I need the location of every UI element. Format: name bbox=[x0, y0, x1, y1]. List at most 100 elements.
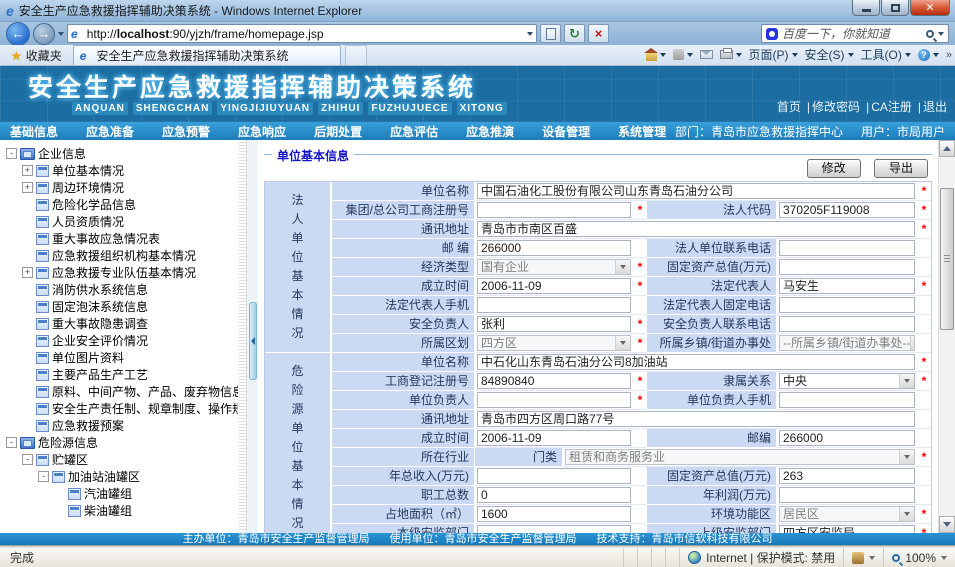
close-button[interactable]: ✕ bbox=[910, 0, 950, 16]
home-button[interactable] bbox=[646, 49, 666, 61]
nav-item-2[interactable]: 应急预警 bbox=[162, 123, 210, 140]
stop-button[interactable]: × bbox=[588, 24, 609, 43]
recent-pages-dropdown-icon[interactable] bbox=[58, 32, 64, 36]
tree-item[interactable]: -危险源信息 bbox=[4, 434, 238, 451]
tree-item[interactable]: +周边环境情况 bbox=[4, 179, 238, 196]
collapse-icon[interactable]: - bbox=[6, 437, 17, 448]
field-select[interactable]: 居民区 bbox=[779, 506, 915, 522]
tree-item[interactable]: 主要产品生产工艺 bbox=[4, 366, 238, 383]
field-input[interactable] bbox=[477, 525, 631, 533]
nav-item-6[interactable]: 应急推演 bbox=[466, 123, 514, 140]
field-input[interactable] bbox=[779, 316, 915, 332]
field-input[interactable]: 1600 bbox=[477, 506, 631, 522]
address-dropdown-icon[interactable] bbox=[527, 32, 533, 36]
minimize-button[interactable] bbox=[852, 0, 880, 16]
field-input[interactable]: 2006-11-09 bbox=[477, 278, 631, 294]
page-menu[interactable]: 页面(P) bbox=[749, 46, 798, 63]
field-input[interactable] bbox=[477, 468, 631, 484]
field-input[interactable] bbox=[477, 392, 631, 408]
search-input[interactable]: 百度一下，你就知道 bbox=[782, 25, 922, 42]
help-menu[interactable]: ? bbox=[918, 49, 939, 61]
collapse-icon[interactable]: - bbox=[6, 148, 17, 159]
print-button[interactable] bbox=[720, 50, 742, 59]
zoom-control[interactable]: 100% bbox=[883, 548, 955, 567]
collapse-icon[interactable]: - bbox=[22, 454, 33, 465]
field-input[interactable] bbox=[779, 487, 915, 503]
browser-tab[interactable]: e 安全生产应急救援指挥辅助决策系统 bbox=[73, 45, 341, 65]
tree-item[interactable]: 消防供水系统信息 bbox=[4, 281, 238, 298]
field-input[interactable] bbox=[477, 297, 631, 313]
extension-button[interactable] bbox=[843, 548, 883, 567]
nav-item-0[interactable]: 基础信息 bbox=[10, 123, 58, 140]
new-tab-button[interactable] bbox=[345, 45, 367, 65]
field-input[interactable]: 263 bbox=[779, 468, 915, 484]
tree-item[interactable]: 重大事故应急情况表 bbox=[4, 230, 238, 247]
search-icon[interactable] bbox=[926, 30, 934, 38]
forward-button[interactable]: → bbox=[33, 23, 55, 45]
nav-item-8[interactable]: 系统管理 bbox=[618, 123, 666, 140]
field-input[interactable]: 370205F119008 bbox=[779, 202, 915, 218]
tree-item[interactable]: +应急救援专业队伍基本情况 bbox=[4, 264, 238, 281]
field-input[interactable]: 中石化山东青岛石油分公司8加油站 bbox=[477, 354, 915, 370]
tree-item[interactable]: 企业安全评价情况 bbox=[4, 332, 238, 349]
tree-item[interactable]: 柴油罐组 bbox=[4, 502, 238, 519]
tree-item[interactable]: 应急救援组织机构基本情况 bbox=[4, 247, 238, 264]
field-input[interactable]: 张利 bbox=[477, 316, 631, 332]
expand-icon[interactable]: + bbox=[22, 165, 33, 176]
tree-item[interactable]: 人员资质情况 bbox=[4, 213, 238, 230]
panel-splitter[interactable] bbox=[246, 140, 258, 533]
nav-item-5[interactable]: 应急评估 bbox=[390, 123, 438, 140]
nav-item-7[interactable]: 设备管理 bbox=[542, 123, 590, 140]
tools-menu[interactable]: 工具(O) bbox=[861, 46, 911, 63]
field-input[interactable]: 84890840 bbox=[477, 373, 631, 389]
nav-item-3[interactable]: 应急响应 bbox=[238, 123, 286, 140]
field-input[interactable]: 0 bbox=[477, 487, 631, 503]
maximize-button[interactable] bbox=[881, 0, 909, 16]
tree-item[interactable]: 汽油罐组 bbox=[4, 485, 238, 502]
safety-menu[interactable]: 安全(S) bbox=[805, 46, 854, 63]
field-input[interactable]: 马安生 bbox=[779, 278, 915, 294]
tree-item[interactable]: -加油站油罐区 bbox=[4, 468, 238, 485]
feeds-button[interactable] bbox=[673, 49, 693, 60]
address-bar[interactable]: e http://localhost:90/yjzh/frame/homepag… bbox=[67, 24, 537, 43]
tree-item[interactable]: -企业信息 bbox=[4, 145, 238, 162]
field-select[interactable]: 四方区 bbox=[477, 335, 631, 351]
tree-item[interactable]: 单位图片资料 bbox=[4, 349, 238, 366]
field-input[interactable] bbox=[779, 297, 915, 313]
tree-item[interactable]: 重大事故隐患调查 bbox=[4, 315, 238, 332]
scroll-up-button[interactable] bbox=[939, 140, 955, 157]
scroll-down-button[interactable] bbox=[939, 516, 955, 533]
field-input[interactable] bbox=[779, 259, 915, 275]
read-mail-button[interactable] bbox=[700, 50, 713, 59]
tree-item[interactable]: +单位基本情况 bbox=[4, 162, 238, 179]
tree-item[interactable]: -贮罐区 bbox=[4, 451, 238, 468]
field-input[interactable]: 青岛市市南区百盛 bbox=[477, 221, 915, 237]
expand-icon[interactable]: + bbox=[22, 267, 33, 278]
tree-item[interactable]: 固定泡沫系统信息 bbox=[4, 298, 238, 315]
field-input[interactable]: 266000 bbox=[477, 240, 631, 256]
tree-item[interactable]: 安全生产责任制、规章制度、操作规程信息 bbox=[4, 400, 238, 417]
field-input[interactable]: 266000 bbox=[779, 430, 915, 446]
field-input[interactable] bbox=[779, 240, 915, 256]
nav-item-4[interactable]: 后期处置 bbox=[314, 123, 362, 140]
field-select[interactable]: 租赁和商务服务业 bbox=[565, 449, 915, 465]
field-input[interactable]: 青岛市四方区周口路77号 bbox=[477, 411, 915, 427]
field-input[interactable]: 2006-11-09 bbox=[477, 430, 631, 446]
tree-item[interactable]: 危险化学品信息 bbox=[4, 196, 238, 213]
export-button[interactable]: 导出 bbox=[874, 159, 928, 178]
back-button[interactable]: ← bbox=[6, 22, 30, 46]
field-input[interactable] bbox=[477, 202, 631, 218]
field-input[interactable] bbox=[779, 392, 915, 408]
header-link-2[interactable]: CA注册 bbox=[871, 100, 912, 114]
modify-button[interactable]: 修改 bbox=[807, 159, 861, 178]
search-dropdown-icon[interactable] bbox=[938, 32, 944, 36]
refresh-button[interactable]: ↻ bbox=[564, 24, 585, 43]
header-link-0[interactable]: 首页 bbox=[777, 100, 801, 114]
splitter-collapse-handle[interactable] bbox=[249, 302, 257, 380]
scrollbar-thumb[interactable] bbox=[940, 188, 954, 330]
expand-icon[interactable]: + bbox=[22, 182, 33, 193]
header-link-3[interactable]: 退出 bbox=[923, 100, 947, 114]
field-select[interactable]: --所属乡镇/街道办事处-- bbox=[779, 335, 915, 351]
search-box[interactable]: 百度一下，你就知道 bbox=[761, 24, 949, 43]
field-select[interactable]: 国有企业 bbox=[477, 259, 631, 275]
